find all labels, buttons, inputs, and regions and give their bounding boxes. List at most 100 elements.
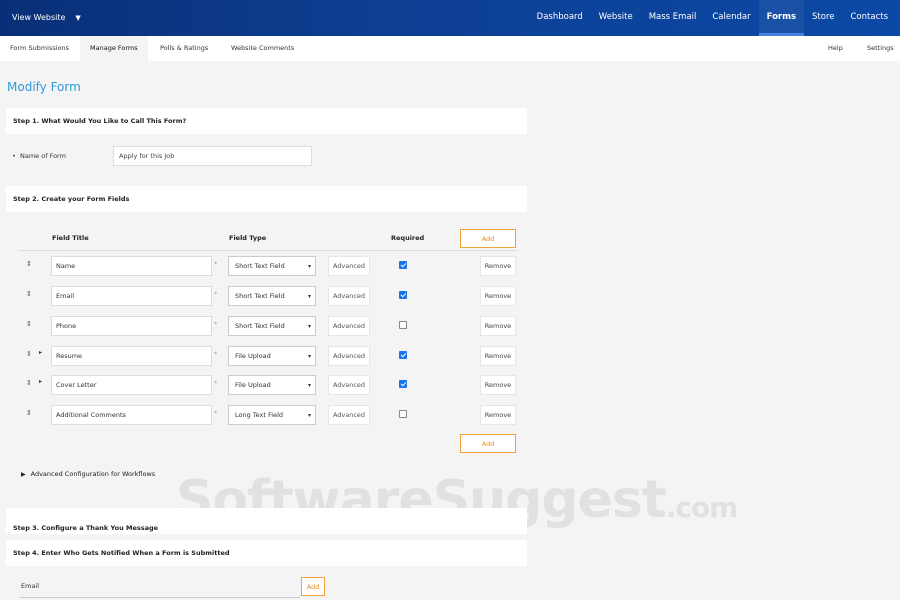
required-checkbox[interactable]: [399, 321, 407, 329]
drag-handle-icon[interactable]: ⇕: [26, 409, 32, 417]
required-star: *: [214, 321, 217, 328]
expand-arrow-icon[interactable]: ▸: [39, 349, 42, 356]
required-star: *: [214, 410, 217, 417]
field-type-value: Short Text Field: [235, 262, 285, 270]
caret-down-icon: ▼: [75, 14, 81, 22]
tab-manage-forms[interactable]: Manage Forms: [80, 36, 148, 61]
name-of-form-label: Name of Form: [20, 152, 66, 160]
tab-form-submissions[interactable]: Form Submissions: [0, 36, 79, 61]
advanced-button[interactable]: Advanced: [328, 256, 370, 276]
advanced-button[interactable]: Advanced: [328, 346, 370, 366]
remove-button[interactable]: Remove: [480, 316, 516, 336]
step4-title: Step 4. Enter Who Gets Notified When a F…: [13, 549, 230, 557]
tab-website-comments[interactable]: Website Comments: [221, 36, 304, 61]
field-type-select[interactable]: Short Text Field ▾: [228, 316, 316, 336]
field-title-input[interactable]: Additional Comments: [51, 405, 212, 425]
col-field-title: Field Title: [52, 234, 89, 242]
view-website-label: View Website: [12, 13, 66, 22]
step2-title: Step 2. Create your Form Fields: [13, 195, 130, 203]
remove-button[interactable]: Remove: [480, 286, 516, 306]
chevron-down-icon: ▾: [307, 293, 311, 300]
required-star: *: [214, 380, 217, 387]
nav-dashboard[interactable]: Dashboard: [529, 0, 591, 36]
field-type-value: Short Text Field: [235, 292, 285, 300]
settings-link[interactable]: Settings: [857, 36, 900, 61]
field-type-value: Long Text Field: [235, 411, 284, 419]
step1-panel: Step 1. What Would You Like to Call This…: [6, 108, 527, 134]
nav-store[interactable]: Store: [804, 0, 842, 36]
field-type-select[interactable]: Short Text Field ▾: [228, 256, 316, 276]
required-checkbox[interactable]: [399, 261, 407, 269]
table-row: ⇕ Email * Short Text Field ▾ Advanced Rem…: [0, 286, 900, 306]
advanced-button[interactable]: Advanced: [328, 286, 370, 306]
add-field-button-bottom[interactable]: Add: [460, 434, 516, 453]
nav-forms[interactable]: Forms: [758, 0, 805, 36]
table-row: ⇕ Name * Short Text Field ▾ Advanced Remo…: [0, 256, 900, 276]
required-star: *: [214, 291, 217, 298]
form-name-input[interactable]: Apply for this Job: [113, 146, 312, 166]
chevron-down-icon: ▾: [307, 323, 311, 330]
table-row: ⇕ Additional Comments * Long Text Field ▾…: [0, 405, 900, 425]
field-title-input[interactable]: Name: [51, 256, 212, 276]
chevron-down-icon: ▾: [307, 412, 311, 419]
table-row: ⇕ ▸ Resume * File Upload ▾ Advanced Remov…: [0, 346, 900, 366]
top-navigation-bar: View Website ▼ Dashboard Website Mass Ema…: [0, 0, 900, 36]
field-type-value: File Upload: [235, 381, 271, 389]
drag-handle-icon[interactable]: ⇕: [26, 260, 32, 268]
required-checkbox[interactable]: [399, 291, 407, 299]
advanced-config-toggle[interactable]: ▶ Advanced Configuration for Workflows: [21, 470, 155, 478]
advanced-button[interactable]: Advanced: [328, 375, 370, 395]
drag-handle-icon[interactable]: ⇕: [26, 290, 32, 298]
col-field-type: Field Type: [229, 234, 267, 242]
add-field-button-top[interactable]: Add: [460, 229, 516, 248]
nav-contacts[interactable]: Contacts: [843, 0, 897, 36]
field-type-value: Short Text Field: [235, 322, 285, 330]
col-required: Required: [391, 234, 425, 242]
field-type-select[interactable]: Long Text Field ▾: [228, 405, 316, 425]
field-title-input[interactable]: Cover Letter: [51, 375, 212, 395]
step3-panel: Step 3. Configure a Thank You Message: [6, 508, 527, 534]
drag-handle-icon[interactable]: ⇕: [26, 320, 32, 328]
advanced-config-label: Advanced Configuration for Workflows: [30, 470, 156, 478]
field-title-input[interactable]: Phone: [51, 316, 212, 336]
tab-polls-ratings[interactable]: Polls & Ratings: [150, 36, 218, 61]
chevron-down-icon: ▾: [307, 263, 311, 270]
field-title-input[interactable]: Email: [51, 286, 212, 306]
email-input[interactable]: [20, 597, 300, 598]
step4-panel: Step 4. Enter Who Gets Notified When a F…: [6, 540, 527, 566]
field-title-input[interactable]: Resume: [51, 346, 212, 366]
required-checkbox[interactable]: [399, 380, 407, 388]
drag-handle-icon[interactable]: ⇕: [26, 350, 32, 358]
required-checkbox[interactable]: [399, 351, 407, 359]
chevron-right-icon: ▶: [21, 471, 26, 478]
nav-calendar[interactable]: Calendar: [704, 0, 758, 36]
sub-navigation: Form Submissions Manage Forms Polls & Ra…: [0, 36, 900, 61]
expand-arrow-icon[interactable]: ▸: [39, 378, 42, 385]
view-website-dropdown[interactable]: View Website ▼: [12, 0, 81, 36]
field-type-select[interactable]: Short Text Field ▾: [228, 286, 316, 306]
remove-button[interactable]: Remove: [480, 375, 516, 395]
help-link[interactable]: Help: [818, 36, 853, 61]
required-checkbox[interactable]: [399, 410, 407, 418]
nav-mass-email[interactable]: Mass Email: [641, 0, 705, 36]
chevron-down-icon: ▾: [307, 382, 311, 389]
field-type-select[interactable]: File Upload ▾: [228, 346, 316, 366]
remove-button[interactable]: Remove: [480, 256, 516, 276]
remove-button[interactable]: Remove: [480, 346, 516, 366]
drag-handle-icon[interactable]: ⇕: [26, 379, 32, 387]
table-row: ⇕ ▸ Cover Letter * File Upload ▾ Advanced…: [0, 375, 900, 395]
nav-website[interactable]: Website: [591, 0, 641, 36]
page-title: Modify Form: [7, 80, 81, 94]
step2-panel: Step 2. Create your Form Fields: [6, 186, 527, 212]
add-email-button[interactable]: Add: [301, 577, 325, 596]
step3-title: Step 3. Configure a Thank You Message: [13, 524, 159, 532]
table-divider: [18, 250, 518, 251]
required-star: *: [214, 261, 217, 268]
required-star: *: [214, 351, 217, 358]
field-type-select[interactable]: File Upload ▾: [228, 375, 316, 395]
remove-button[interactable]: Remove: [480, 405, 516, 425]
advanced-button[interactable]: Advanced: [328, 316, 370, 336]
advanced-button[interactable]: Advanced: [328, 405, 370, 425]
chevron-down-icon: ▾: [307, 353, 311, 360]
main-nav: Dashboard Website Mass Email Calendar Fo…: [529, 0, 896, 36]
